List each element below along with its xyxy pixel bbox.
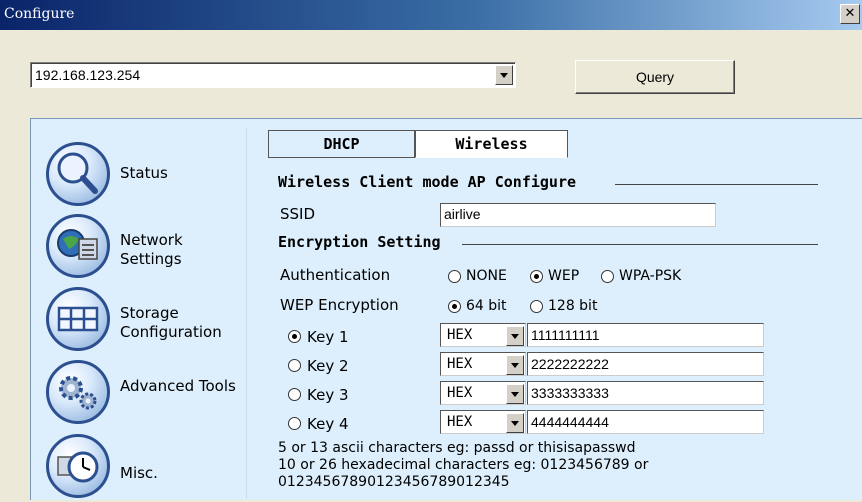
chevron-down-icon[interactable] xyxy=(506,413,524,433)
key-format-value: HEX xyxy=(447,356,473,372)
key-input[interactable]: 3333333333 xyxy=(527,381,764,405)
authentication-label: Authentication xyxy=(280,266,391,284)
window-title: Configure xyxy=(4,6,75,22)
help-note-3: 01234567890123456789012345 xyxy=(278,474,510,490)
ip-address-combobox[interactable]: 192.168.123.254 xyxy=(30,62,516,88)
key1-radio[interactable] xyxy=(288,330,301,343)
key-input[interactable]: 4444444444 xyxy=(527,410,764,434)
chevron-down-icon[interactable] xyxy=(506,384,524,404)
gears-icon xyxy=(46,360,110,424)
sidebar-item-misc[interactable]: Misc. xyxy=(44,434,244,502)
sidebar-item-network-settings[interactable]: Network Settings xyxy=(44,214,244,282)
chevron-down-icon[interactable] xyxy=(495,65,513,85)
sidebar-item-label: Network Settings xyxy=(120,231,183,268)
key-label: Key 4 xyxy=(307,415,349,433)
ip-address-value: 192.168.123.254 xyxy=(35,67,141,83)
wep-encryption-label: WEP Encryption xyxy=(280,296,399,314)
key-format-value: HEX xyxy=(447,385,473,401)
key2-radio[interactable] xyxy=(288,359,301,372)
chevron-down-icon[interactable] xyxy=(506,326,524,346)
wep-128bit-label: 128 bit xyxy=(548,298,598,314)
tab-wireless[interactable]: Wireless xyxy=(415,130,568,158)
auth-none-radio[interactable] xyxy=(448,270,461,283)
sidebar-item-advanced-tools[interactable]: Advanced Tools xyxy=(44,360,244,428)
ssid-value: airlive xyxy=(444,206,481,222)
tab-dhcp[interactable]: DHCP xyxy=(268,130,415,158)
key-format-value: HEX xyxy=(447,414,473,430)
wep-64bit-label: 64 bit xyxy=(466,298,507,314)
help-note-1: 5 or 13 ascii characters eg: passd or th… xyxy=(278,440,636,456)
divider xyxy=(462,244,818,245)
auth-wep-label: WEP xyxy=(548,268,580,284)
clock-icon xyxy=(46,434,110,498)
close-icon: ✕ xyxy=(844,6,856,21)
network-icon xyxy=(46,214,110,278)
sidebar-item-label: Advanced Tools xyxy=(120,377,236,395)
sidebar-item-label: Misc. xyxy=(120,464,158,482)
auth-wpa-psk-radio[interactable] xyxy=(601,270,614,283)
auth-wep-radio[interactable] xyxy=(530,270,543,283)
key4-radio[interactable] xyxy=(288,417,301,430)
key3-radio[interactable] xyxy=(288,388,301,401)
key-format-select[interactable]: HEX xyxy=(440,381,526,405)
ssid-label: SSID xyxy=(280,205,316,223)
section-title: Wireless Client mode AP Configure xyxy=(278,173,577,191)
help-note-2: 10 or 26 hexadecimal characters eg: 0123… xyxy=(278,457,649,473)
key-value: 1111111111 xyxy=(531,327,600,343)
key-input[interactable]: 1111111111 xyxy=(527,323,764,347)
magnifier-icon xyxy=(46,142,110,206)
title-bar: Configure ✕ xyxy=(0,0,862,30)
key-label: Key 3 xyxy=(307,386,349,404)
auth-none-label: NONE xyxy=(466,268,507,284)
key-format-select[interactable]: HEX xyxy=(440,352,526,376)
key-value: 2222222222 xyxy=(531,356,609,372)
wep-64bit-radio[interactable] xyxy=(448,300,461,313)
query-button[interactable]: Query xyxy=(575,60,735,94)
storage-icon xyxy=(46,287,110,351)
key-label: Key 2 xyxy=(307,357,349,375)
key-value: 4444444444 xyxy=(531,414,609,430)
divider xyxy=(615,184,818,185)
key-format-select[interactable]: HEX xyxy=(440,410,526,434)
ssid-input[interactable]: airlive xyxy=(440,203,716,227)
wep-128bit-radio[interactable] xyxy=(530,300,543,313)
sidebar-item-label: Storage Configuration xyxy=(120,304,222,341)
chevron-down-icon[interactable] xyxy=(506,355,524,375)
encryption-title: Encryption Setting xyxy=(278,233,441,251)
sidebar-item-label: Status xyxy=(120,164,168,182)
close-button[interactable]: ✕ xyxy=(840,4,860,24)
key-input[interactable]: 2222222222 xyxy=(527,352,764,376)
auth-wpa-psk-label: WPA-PSK xyxy=(619,268,682,284)
key-format-select[interactable]: HEX xyxy=(440,323,526,347)
sidebar-item-storage-configuration[interactable]: Storage Configuration xyxy=(44,287,244,355)
key-value: 3333333333 xyxy=(531,385,609,401)
key-label: Key 1 xyxy=(307,328,349,346)
sidebar-item-status[interactable]: Status xyxy=(44,142,244,210)
key-format-value: HEX xyxy=(447,327,473,343)
